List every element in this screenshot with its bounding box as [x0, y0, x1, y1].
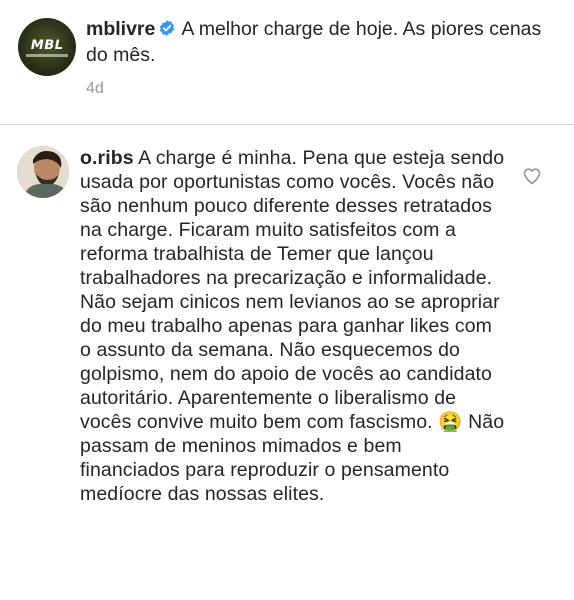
profile-photo-icon — [17, 146, 69, 198]
heart-outline-icon[interactable] — [522, 166, 542, 186]
post-username[interactable]: mblivre — [86, 18, 155, 40]
commenter-avatar[interactable] — [17, 146, 69, 198]
verified-badge-icon — [160, 20, 175, 36]
divider — [0, 124, 574, 125]
post-timestamp[interactable]: 4d — [86, 80, 104, 98]
post-caption: mblivre A melhor charge de hoje. As pior… — [86, 16, 556, 68]
mbl-avatar[interactable]: MBL — [18, 18, 76, 76]
nauseated-face-emoji: 🤮 — [438, 411, 463, 433]
comment-text: A charge é minha. Pena que esteja sendo … — [80, 147, 505, 433]
comment-body: o.ribs A charge é minha. Pena que esteja… — [80, 146, 505, 506]
comment-username[interactable]: o.ribs — [80, 147, 134, 169]
